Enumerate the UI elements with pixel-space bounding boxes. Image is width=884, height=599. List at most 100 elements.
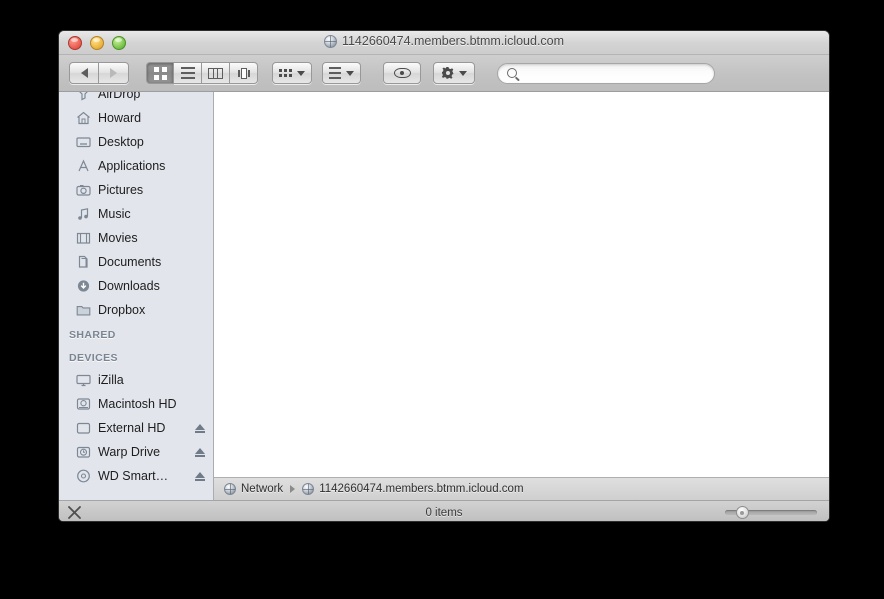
sidebar-label: Howard xyxy=(98,111,142,125)
file-list-empty[interactable] xyxy=(214,92,829,477)
sidebar-label: WD Smart… xyxy=(98,469,169,483)
coverflow-view-icon xyxy=(237,67,250,79)
finder-window: 1142660474.members.btmm.icloud.com AirDr… xyxy=(58,30,830,522)
external-drive-icon xyxy=(75,421,91,436)
gear-icon xyxy=(441,67,454,80)
home-icon xyxy=(75,111,91,126)
forward-button[interactable] xyxy=(99,62,129,84)
pictures-icon xyxy=(75,183,91,198)
gear-menu-button[interactable] xyxy=(433,62,475,84)
eject-icon[interactable] xyxy=(195,423,205,433)
sidebar-item-documents[interactable]: Documents xyxy=(59,250,213,274)
sidebar: AirDrop Howard Desktop Applications Pict… xyxy=(59,92,214,500)
time-machine-drive-icon xyxy=(75,445,91,460)
sidebar-label: iZilla xyxy=(98,373,124,387)
folder-icon xyxy=(75,303,91,318)
sidebar-item-warp-drive[interactable]: Warp Drive xyxy=(59,440,213,464)
sidebar-item-dropbox[interactable]: Dropbox xyxy=(59,298,213,322)
arrange-grid-icon xyxy=(279,69,292,77)
sidebar-item-izilla[interactable]: iZilla xyxy=(59,368,213,392)
sidebar-item-desktop[interactable]: Desktop xyxy=(59,130,213,154)
airdrop-icon xyxy=(75,92,91,102)
list-view-button[interactable] xyxy=(174,62,202,84)
action-list-icon xyxy=(329,67,341,79)
search-field[interactable] xyxy=(497,62,715,84)
sidebar-label: Downloads xyxy=(98,279,160,293)
documents-icon xyxy=(75,255,91,270)
disconnect-icon[interactable] xyxy=(67,505,82,520)
sidebar-label: Pictures xyxy=(98,183,144,197)
window-title-text: 1142660474.members.btmm.icloud.com xyxy=(341,34,565,48)
applications-icon xyxy=(75,159,91,174)
sidebar-section-devices: DEVICES xyxy=(69,352,118,364)
list-view-icon xyxy=(180,67,195,79)
action-menu-button[interactable] xyxy=(322,62,361,84)
chevron-down-icon xyxy=(346,70,354,76)
icon-size-slider[interactable] xyxy=(725,506,817,519)
sidebar-item-movies[interactable]: Movies xyxy=(59,226,213,250)
sidebar-label: Documents xyxy=(98,255,162,269)
sidebar-label: External HD xyxy=(98,421,166,435)
desktop-icon xyxy=(75,135,91,150)
eject-icon[interactable] xyxy=(195,471,205,481)
finder-toolbar xyxy=(59,55,829,92)
sidebar-label: Applications xyxy=(98,159,166,173)
chevron-left-icon xyxy=(80,68,88,78)
sidebar-label: AirDrop xyxy=(98,92,141,101)
globe-icon xyxy=(302,483,315,495)
status-bar: 0 items xyxy=(59,500,829,521)
chevron-right-icon xyxy=(290,485,296,493)
sidebar-label: Desktop xyxy=(98,135,144,149)
sidebar-item-airdrop[interactable]: AirDrop xyxy=(59,92,213,106)
item-count: 0 items xyxy=(425,506,463,519)
search-icon xyxy=(507,68,517,78)
toolbar-dropdowns xyxy=(272,62,361,84)
icon-view-icon xyxy=(153,66,167,80)
window-titlebar[interactable]: 1142660474.members.btmm.icloud.com xyxy=(59,31,829,55)
globe-icon xyxy=(224,483,236,495)
sidebar-label: Movies xyxy=(98,231,138,245)
internal-drive-icon xyxy=(75,397,91,412)
eye-icon xyxy=(393,68,411,78)
sidebar-label: Warp Drive xyxy=(98,445,161,459)
back-button[interactable] xyxy=(69,62,99,84)
window-title: 1142660474.members.btmm.icloud.com xyxy=(59,34,829,48)
sidebar-item-external-hd[interactable]: External HD xyxy=(59,416,213,440)
globe-icon xyxy=(323,34,337,48)
desktop-background: 1142660474.members.btmm.icloud.com AirDr… xyxy=(0,0,884,599)
path-segment-network[interactable]: Network xyxy=(241,483,283,495)
content-area: Network 1142660474.members.btmm.icloud.c… xyxy=(214,92,829,500)
arrange-by-button[interactable] xyxy=(272,62,312,84)
coverflow-view-button[interactable] xyxy=(230,62,258,84)
eject-icon[interactable] xyxy=(195,447,205,457)
quick-look-button[interactable] xyxy=(383,62,421,84)
chevron-right-icon xyxy=(110,68,117,78)
icon-view-button[interactable] xyxy=(146,62,174,84)
path-bar: Network 1142660474.members.btmm.icloud.c… xyxy=(214,477,829,500)
navigation-buttons xyxy=(69,62,129,84)
movies-icon xyxy=(75,231,91,246)
chevron-down-icon xyxy=(459,70,467,76)
sidebar-item-music[interactable]: Music xyxy=(59,202,213,226)
sidebar-label: Music xyxy=(98,207,131,221)
downloads-icon xyxy=(75,279,91,294)
music-icon xyxy=(75,207,91,222)
disc-icon xyxy=(75,469,91,484)
column-view-button[interactable] xyxy=(202,62,230,84)
sidebar-section-shared: SHARED xyxy=(69,329,116,341)
window-body: AirDrop Howard Desktop Applications Pict… xyxy=(59,92,829,500)
chevron-down-icon xyxy=(297,70,305,76)
sidebar-item-howard[interactable]: Howard xyxy=(59,106,213,130)
computer-icon xyxy=(75,373,91,388)
sidebar-item-wd-smart[interactable]: WD Smart… xyxy=(59,464,213,488)
view-mode-buttons xyxy=(146,62,258,84)
slider-knob[interactable] xyxy=(735,506,749,519)
sidebar-item-macintosh-hd[interactable]: Macintosh HD xyxy=(59,392,213,416)
sidebar-label: Dropbox xyxy=(98,303,146,317)
sidebar-item-applications[interactable]: Applications xyxy=(59,154,213,178)
search-input[interactable] xyxy=(522,65,705,81)
path-segment-host[interactable]: 1142660474.members.btmm.icloud.com xyxy=(319,483,523,495)
sidebar-item-downloads[interactable]: Downloads xyxy=(59,274,213,298)
column-view-icon xyxy=(208,67,223,79)
sidebar-item-pictures[interactable]: Pictures xyxy=(59,178,213,202)
